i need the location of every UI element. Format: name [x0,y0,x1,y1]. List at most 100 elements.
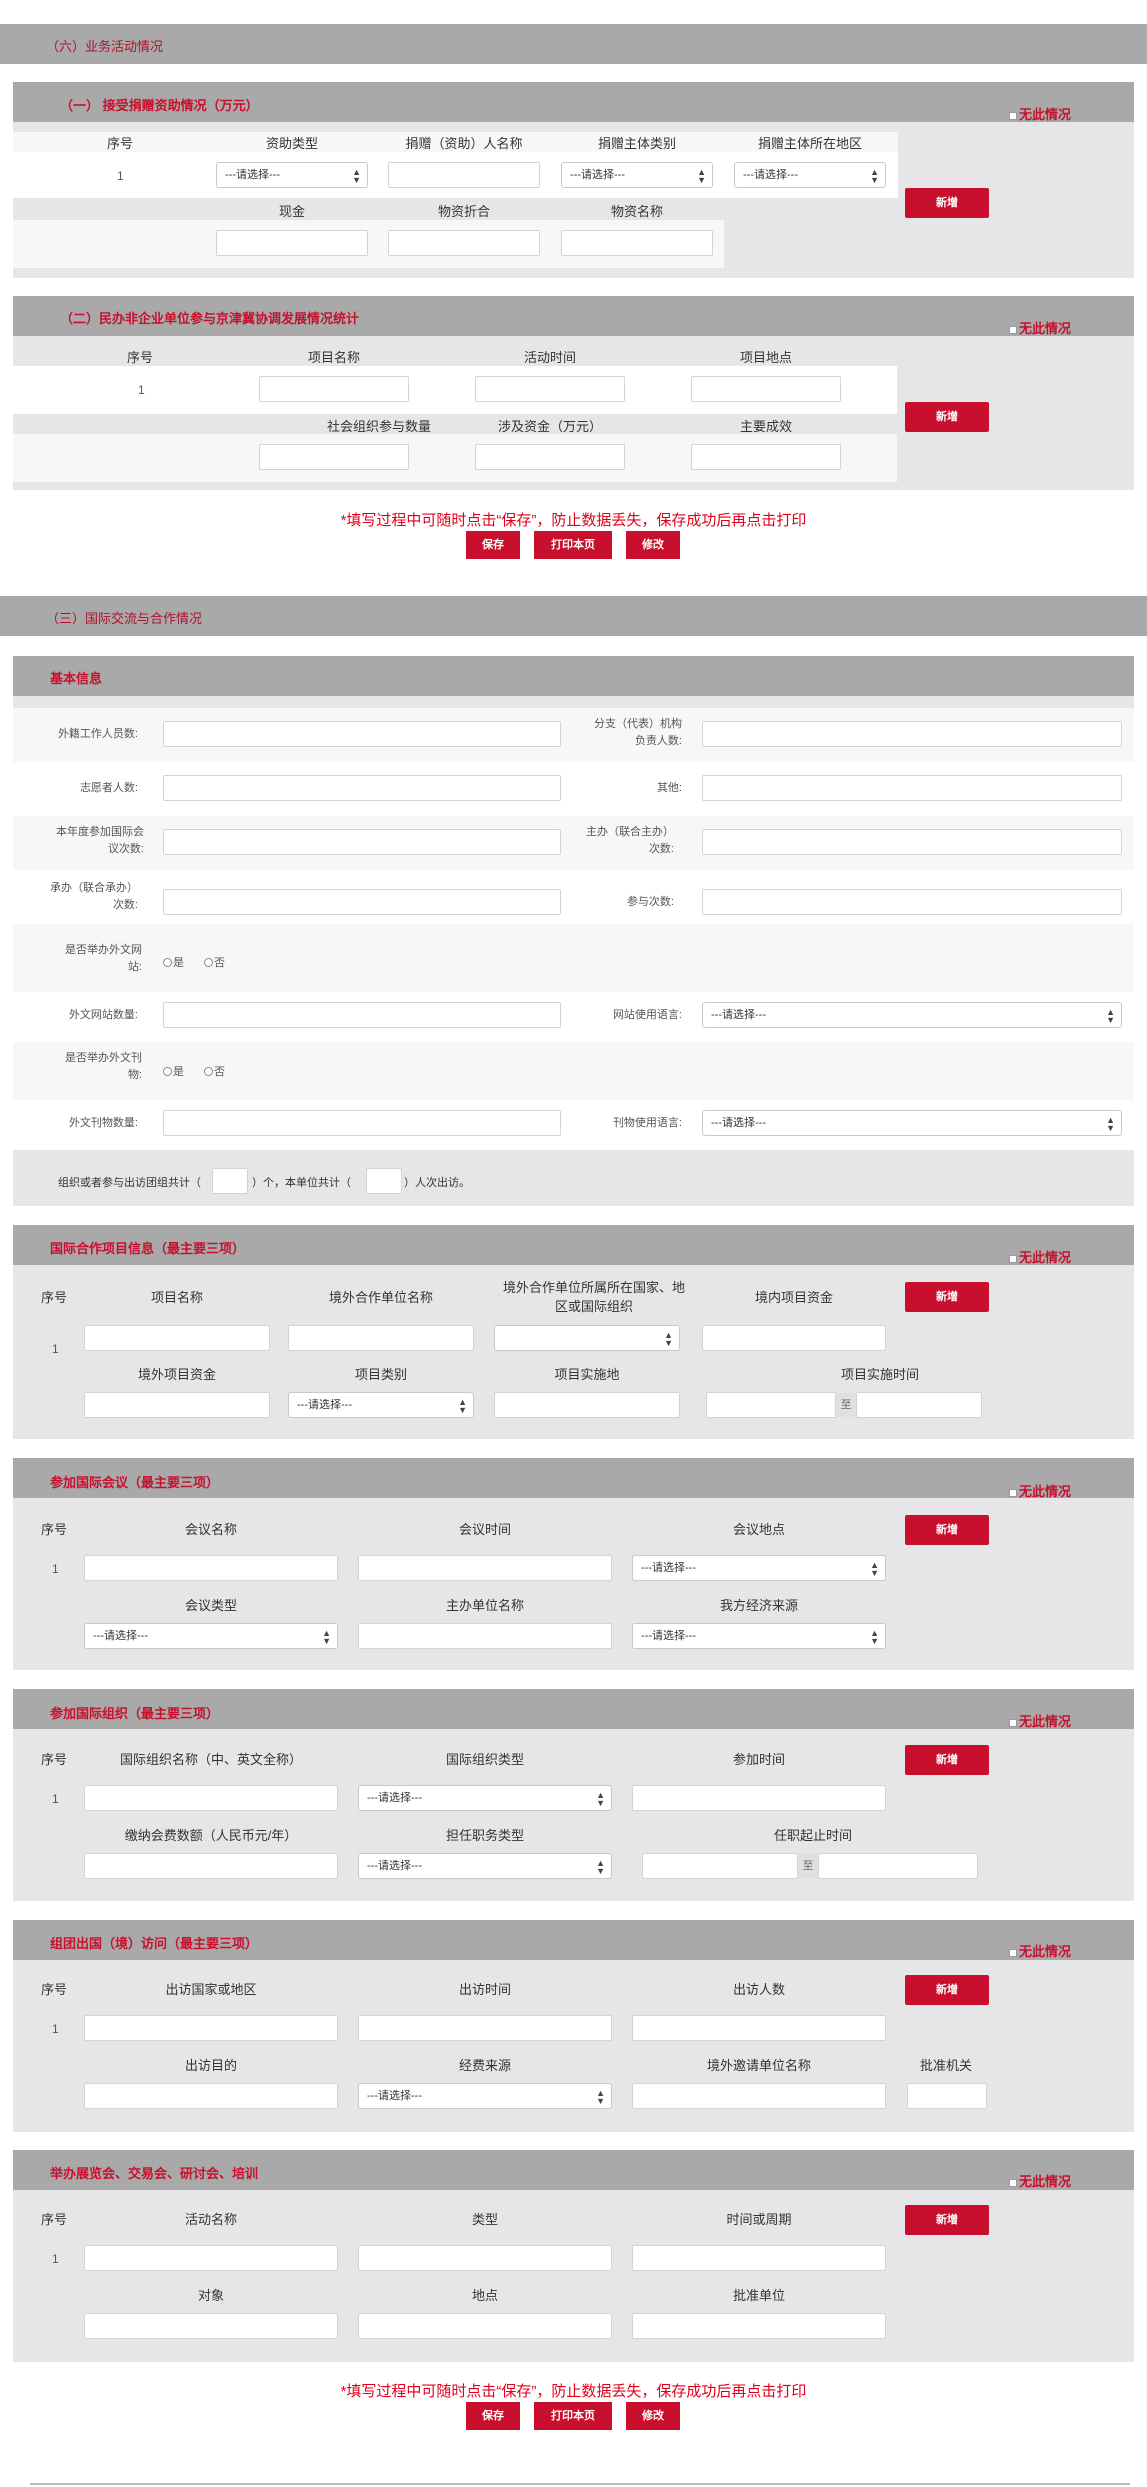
e-add-button[interactable]: 新增 [905,2205,989,2235]
visits-no-situation[interactable]: 无此情况 [1009,1941,1071,1960]
v-country-input[interactable] [84,2015,338,2041]
e-approver-input[interactable] [632,2313,886,2339]
donation-no-situation[interactable]: 无此情况 [1009,104,1071,123]
beijing-col-funds: 涉及资金（万元） [497,419,602,434]
beijing-time-input[interactable] [475,376,625,402]
ip-start-input[interactable] [706,1392,836,1418]
pub-count-label: 外文刊物数量: [68,1117,138,1129]
v-funding-select[interactable]: ---请选择--- ▲ ▼ [358,2083,612,2109]
site-no-radio[interactable]: 否 [204,954,225,970]
foreign-staff-input[interactable] [163,721,561,747]
pub-yes-radio[interactable]: 是 [163,1063,184,1079]
no-situation-checkbox[interactable] [1009,326,1017,334]
pub-lang-select[interactable]: ---请选择--- ▲ ▼ [702,1110,1122,1136]
no-situation-checkbox[interactable] [1009,1489,1017,1497]
e-name-input[interactable] [84,2245,338,2271]
ic-host-input[interactable] [358,1623,612,1649]
io-type-select[interactable]: ---请选择--- ▲ ▼ [358,1785,612,1811]
e-period-input[interactable] [632,2245,886,2271]
pub-no-radio[interactable]: 否 [204,1063,225,1079]
branch-head-input[interactable] [702,721,1122,747]
ip-end-input[interactable] [856,1392,982,1418]
donation-goods-name-input[interactable] [561,230,713,256]
modify-button[interactable]: 修改 [626,2402,680,2430]
beijing-place-input[interactable] [691,376,841,402]
save-button[interactable]: 保存 [466,2402,520,2430]
beijing-no-situation[interactable]: 无此情况 [1009,318,1071,337]
print-button[interactable]: 打印本页 [534,2402,612,2430]
ip-domestic-funds-input[interactable] [702,1325,886,1351]
intl-projects-no-situation[interactable]: 无此情况 [1009,1247,1071,1266]
io-position-select[interactable]: ---请选择--- ▲ ▼ [358,1853,612,1879]
site-yes-radio[interactable]: 是 [163,954,184,970]
ip-foreign-funds-input[interactable] [84,1392,270,1418]
beijing-col-org-count: 社会组织参与数量 [326,419,431,434]
donation-category-select[interactable]: ---请选择--- ▲ ▼ [561,162,713,188]
site-count-input[interactable] [163,1002,561,1028]
modify-button[interactable]: 修改 [626,531,680,559]
v-approver-input[interactable] [907,2083,987,2109]
ic-time-input[interactable] [358,1555,612,1581]
ip-location-input[interactable] [494,1392,680,1418]
undertake-input[interactable] [163,889,561,915]
ic-place-select[interactable]: ---请选择--- ▲ ▼ [632,1555,886,1581]
host-count-input[interactable] [702,829,1122,855]
io-join-time-input[interactable] [632,1785,886,1811]
ip-partner-input[interactable] [288,1325,474,1351]
no-situation-checkbox[interactable] [1009,112,1017,120]
beijing-org-count-input[interactable] [259,444,409,470]
ic-add-button[interactable]: 新增 [905,1515,989,1545]
beijing-add-button[interactable]: 新增 [905,402,989,432]
io-add-button[interactable]: 新增 [905,1745,989,1775]
v-purpose-input[interactable] [84,2083,338,2109]
no-situation-label: 无此情况 [1019,107,1072,122]
exhibit-no-situation[interactable]: 无此情况 [1009,2171,1071,2190]
no-situation-checkbox[interactable] [1009,1255,1017,1263]
donation-type-select[interactable]: ---请选择--- ▲ ▼ [216,162,368,188]
donation-region-select[interactable]: ---请选择--- ▲ ▼ [734,162,886,188]
donation-goods-value-input[interactable] [388,230,540,256]
ic-name-input[interactable] [84,1555,338,1581]
volunteers-input[interactable] [163,775,561,801]
v-inviter-input[interactable] [632,2083,886,2109]
e-type-input[interactable] [358,2245,612,2271]
ip-add-button[interactable]: 新增 [905,1282,989,1312]
beijing-results-input[interactable] [691,444,841,470]
ip-category-select[interactable]: ---请选择--- ▲ ▼ [288,1392,474,1418]
donation-cash-input[interactable] [216,230,368,256]
pub-count-input[interactable] [163,1110,561,1136]
io-tenure-start-input[interactable] [642,1853,798,1879]
visit-groups-input[interactable] [212,1168,248,1194]
ic-type-select[interactable]: ---请选择--- ▲ ▼ [84,1623,338,1649]
ic-funding-select[interactable]: ---请选择--- ▲ ▼ [632,1623,886,1649]
no-situation-checkbox[interactable] [1009,1949,1017,1957]
donation-add-button[interactable]: 新增 [905,188,989,218]
conf-count-input[interactable] [163,829,561,855]
ip-name-input[interactable] [84,1325,270,1351]
io-tenure-end-input[interactable] [818,1853,978,1879]
intl-conf-no-situation[interactable]: 无此情况 [1009,1481,1071,1500]
v-time-input[interactable] [358,2015,612,2041]
v-add-button[interactable]: 新增 [905,1975,989,2005]
no-situation-checkbox[interactable] [1009,2179,1017,2187]
save-button[interactable]: 保存 [466,531,520,559]
v-people-input[interactable] [632,2015,886,2041]
print-button[interactable]: 打印本页 [534,531,612,559]
site-question-label: 是否举办外文网 站: [65,944,142,973]
other-input[interactable] [702,775,1122,801]
io-name-input[interactable] [84,1785,338,1811]
site-lang-select[interactable]: ---请选择--- ▲ ▼ [702,1002,1122,1028]
io-fees-input[interactable] [84,1853,338,1879]
visit-persons-input[interactable] [366,1168,402,1194]
donation-donor-input[interactable] [388,162,540,188]
e-target-input[interactable] [84,2313,338,2339]
beijing-funds-input[interactable] [475,444,625,470]
no-situation-checkbox[interactable] [1009,1719,1017,1727]
e-place-input[interactable] [358,2313,612,2339]
ip-country-select[interactable]: ▲ ▼ [494,1325,680,1351]
intl-org-no-situation[interactable]: 无此情况 [1009,1711,1071,1730]
no-situation-label: 无此情况 [1019,321,1072,336]
beijing-name-input[interactable] [259,376,409,402]
participate-input[interactable] [702,889,1122,915]
beijing-col-name: 项目名称 [307,350,360,365]
